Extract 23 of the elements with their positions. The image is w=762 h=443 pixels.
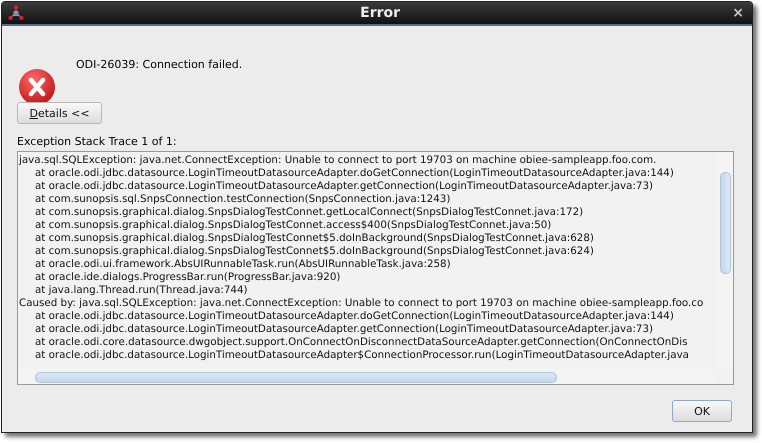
trace-line: at oracle.odi.jdbc.datasource.LoginTimeoutDatasourceAdapter.getConnection(LoginTimeoutDatasourceAdapter.java:73) xyxy=(34,323,654,336)
trace-line: at oracle.odi.jdbc.datasource.LoginTimeoutDatasourceAdapter.doGetConnection(LoginTimeoutDatasourceAdapter.java:144) xyxy=(34,167,675,180)
trace-line: at oracle.odi.core.datasource.dwgobject.support.OnConnectOnDisconnectDataSourceAdapter.getConnection(OnConnectOnDis xyxy=(34,336,688,349)
window-title: Error xyxy=(359,5,402,21)
trace-line: at oracle.ide.dialogs.ProgressBar.run(ProgressBar.java:920) xyxy=(34,271,342,284)
app-icon xyxy=(8,5,24,21)
close-button[interactable]: × xyxy=(732,5,744,21)
trace-label: Exception Stack Trace 1 of 1: xyxy=(17,135,178,150)
trace-line: at com.sunopsis.graphical.dialog.SnpsDialogTestConnet$5.doInBackground(SnpsDialogTestConnet.java:628) xyxy=(34,232,595,245)
trace-line: at com.sunopsis.graphical.dialog.SnpsDialogTestConnet.access$400(SnpsDialogTestConnet.java:50) xyxy=(34,219,552,232)
ok-button[interactable]: OK xyxy=(672,400,732,422)
trace-line: at oracle.odi.jdbc.datasource.LoginTimeoutDatasourceAdapter.getConnection(LoginTimeoutDatasourceAdapter.java:73) xyxy=(34,180,654,193)
trace-line: java.sql.SQLException: java.net.ConnectException: Unable to connect to port 19703 on machine obiee-sampleapp.foo.com. xyxy=(19,154,658,167)
error-message: ODI-26039: Connection failed. xyxy=(76,58,242,71)
trace-line: at com.sunopsis.graphical.dialog.SnpsDialogTestConnet$5.doInBackground(SnpsDialogTestConnet.java:624) xyxy=(34,245,595,258)
trace-line: at oracle.odi.jdbc.datasource.LoginTimeoutDatasourceAdapter$ConnectionProcessor.run(LoginTimeoutDatasourceAdapter.java xyxy=(34,349,690,362)
trace-line: at com.sunopsis.sql.SnpsConnection.testConnection(SnpsConnection.java:1243) xyxy=(34,193,452,206)
trace-line: at oracle.odi.ui.framework.AbsUIRunnableTask.run(AbsUIRunnableTask.java:258) xyxy=(34,258,452,271)
trace-line: at com.sunopsis.graphical.dialog.SnpsDialogTestConnet.getLocalConnect(SnpsDialogTestConnet.java:172) xyxy=(34,206,584,219)
trace-line: Caused by: java.sql.SQLException: java.net.ConnectException: Unable to connect to port 19703 on machine obiee-sampleapp.foo.co xyxy=(19,297,704,310)
trace-line: at oracle.odi.jdbc.datasource.LoginTimeoutDatasourceAdapter.doGetConnection(LoginTimeoutDatasourceAdapter.java:144) xyxy=(34,310,675,323)
trace-line: at java.lang.Thread.run(Thread.java:744) xyxy=(34,284,249,297)
details-button[interactable]: Details << xyxy=(17,102,102,124)
